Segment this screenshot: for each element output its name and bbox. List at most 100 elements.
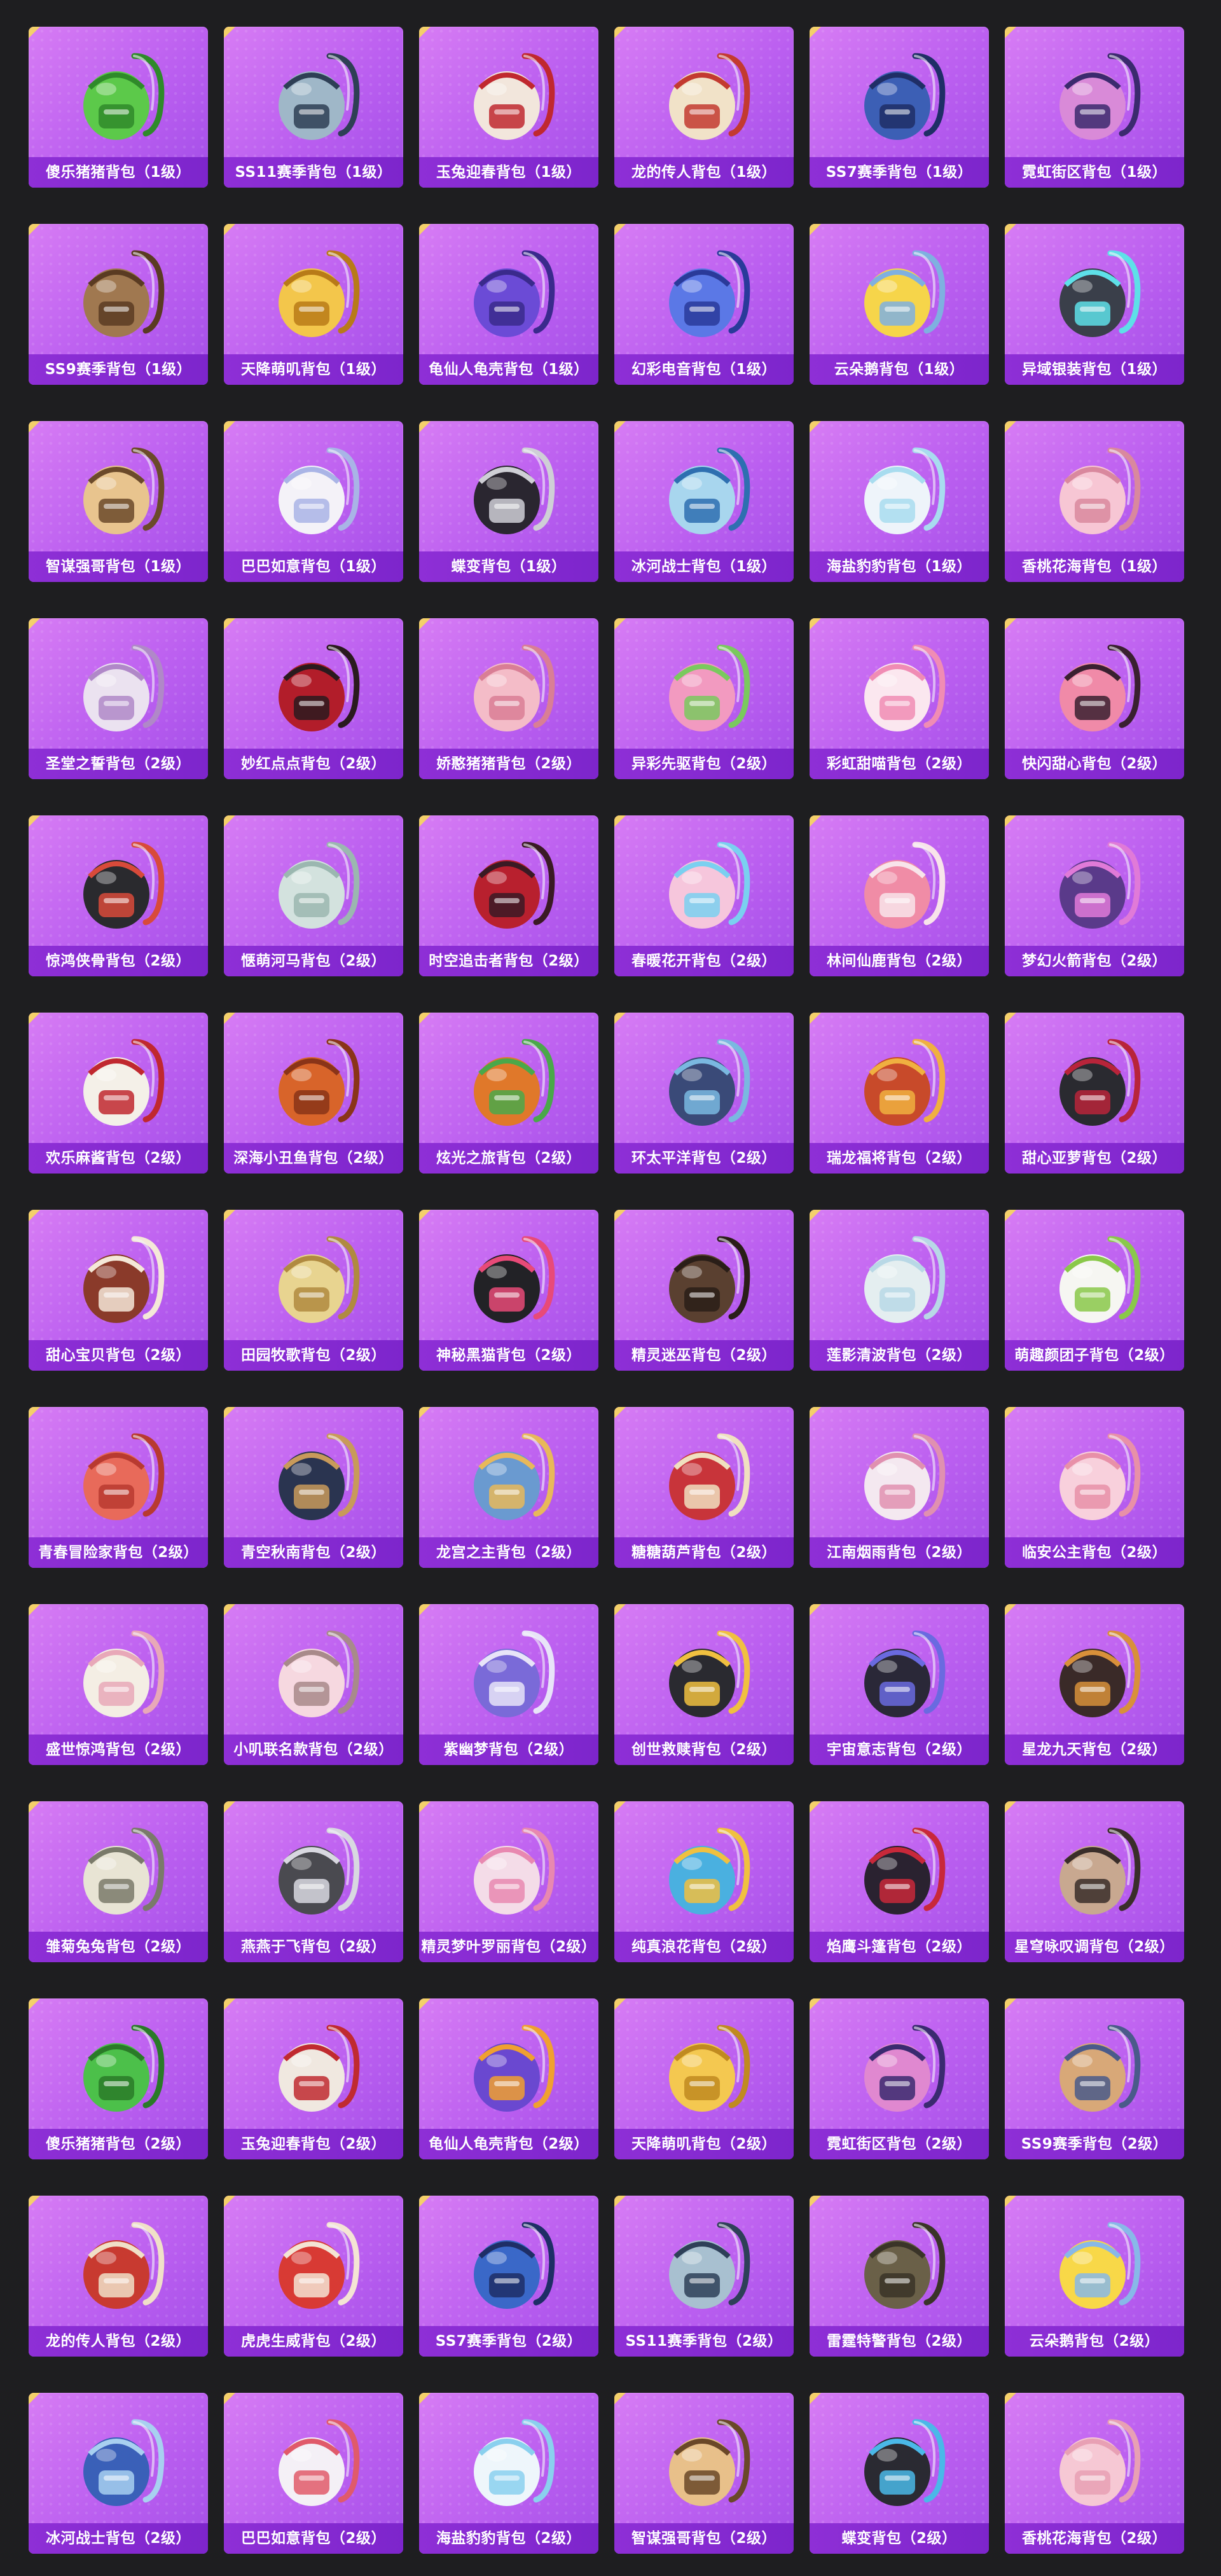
- item-card[interactable]: 圣堂之誓背包（2级）: [29, 618, 208, 779]
- backpack-icon: [83, 2025, 165, 2112]
- item-card[interactable]: 彩虹甜喵背包（2级）: [810, 618, 989, 779]
- corner-marker: [1005, 2196, 1016, 2207]
- item-label: 雏菊兔兔背包（2级）: [29, 1932, 208, 1962]
- item-card[interactable]: 甜心宝贝背包（2级）: [29, 1210, 208, 1371]
- item-card[interactable]: 异域银装背包（1级）: [1005, 224, 1184, 385]
- item-card[interactable]: 焰鹰斗篷背包（2级）: [810, 1801, 989, 1962]
- corner-marker: [419, 1210, 431, 1221]
- item-card[interactable]: 傻乐猪猪背包（1级）: [29, 27, 208, 188]
- item-card[interactable]: 娇憨猪猪背包（2级）: [419, 618, 598, 779]
- item-card[interactable]: 蝶变背包（2级）: [810, 2393, 989, 2554]
- corner-marker: [1005, 1604, 1016, 1616]
- item-card[interactable]: 神秘黑猫背包（2级）: [419, 1210, 598, 1371]
- item-card[interactable]: 巴巴如意背包（2级）: [224, 2393, 403, 2554]
- item-label: 星穹咏叹调背包（2级）: [1005, 1932, 1184, 1962]
- item-card[interactable]: 智谋强哥背包（1级）: [29, 421, 208, 582]
- item-card[interactable]: SS11赛季背包（2级）: [614, 2196, 794, 2357]
- item-card[interactable]: 玉兔迎春背包（1级）: [419, 27, 598, 188]
- item-card[interactable]: 盛世惊鸿背包（2级）: [29, 1604, 208, 1765]
- item-card[interactable]: 傻乐猪猪背包（2级）: [29, 1998, 208, 2159]
- item-card[interactable]: 玉兔迎春背包（2级）: [224, 1998, 403, 2159]
- item-card[interactable]: 巴巴如意背包（1级）: [224, 421, 403, 582]
- item-card[interactable]: 青空秋南背包（2级）: [224, 1407, 403, 1568]
- item-card[interactable]: 霓虹街区背包（2级）: [810, 1998, 989, 2159]
- item-card[interactable]: 星龙九天背包（2级）: [1005, 1604, 1184, 1765]
- item-card[interactable]: 雷霆特警背包（2级）: [810, 2196, 989, 2357]
- item-card[interactable]: 创世救赎背包（2级）: [614, 1604, 794, 1765]
- item-card[interactable]: 海盐豹豹背包（1级）: [810, 421, 989, 582]
- item-card[interactable]: 深海小丑鱼背包（2级）: [224, 1013, 403, 1174]
- item-card[interactable]: 江南烟雨背包（2级）: [810, 1407, 989, 1568]
- item-card[interactable]: 林间仙鹿背包（2级）: [810, 815, 989, 976]
- item-card[interactable]: 萌趣颜团子背包（2级）: [1005, 1210, 1184, 1371]
- item-label: 青春冒险家背包（2级）: [29, 1537, 208, 1568]
- backpack-icon: [83, 1039, 165, 1126]
- item-card[interactable]: SS11赛季背包（1级）: [224, 27, 403, 188]
- corner-marker: [224, 1604, 235, 1616]
- item-card[interactable]: 春暖花开背包（2级）: [614, 815, 794, 976]
- item-card[interactable]: SS7赛季背包（1级）: [810, 27, 989, 188]
- item-card[interactable]: 梦幻火箭背包（2级）: [1005, 815, 1184, 976]
- item-card[interactable]: 糖糖葫芦背包（2级）: [614, 1407, 794, 1568]
- item-card[interactable]: 龟仙人龟壳背包（1级）: [419, 224, 598, 385]
- item-card[interactable]: 甜心亚萝背包（2级）: [1005, 1013, 1184, 1174]
- item-card[interactable]: 惬萌河马背包（2级）: [224, 815, 403, 976]
- item-card[interactable]: 龙的传人背包（1级）: [614, 27, 794, 188]
- item-card[interactable]: 田园牧歌背包（2级）: [224, 1210, 403, 1371]
- backpack-icon: [1059, 1827, 1141, 1915]
- item-card[interactable]: SS9赛季背包（1级）: [29, 224, 208, 385]
- item-card[interactable]: 龙宫之主背包（2级）: [419, 1407, 598, 1568]
- item-label: 玉兔迎春背包（2级）: [224, 2129, 403, 2159]
- item-card[interactable]: 精灵梦叶罗丽背包（2级）: [419, 1801, 598, 1962]
- item-card[interactable]: 妙红点点背包（2级）: [224, 618, 403, 779]
- item-card[interactable]: 宇宙意志背包（2级）: [810, 1604, 989, 1765]
- item-card[interactable]: 星穹咏叹调背包（2级）: [1005, 1801, 1184, 1962]
- item-card[interactable]: 天降萌叽背包（2级）: [614, 1998, 794, 2159]
- item-card[interactable]: 云朵鹅背包（2级）: [1005, 2196, 1184, 2357]
- item-card[interactable]: 紫幽梦背包（2级）: [419, 1604, 598, 1765]
- item-card[interactable]: 快闪甜心背包（2级）: [1005, 618, 1184, 779]
- item-card[interactable]: SS9赛季背包（2级）: [1005, 1998, 1184, 2159]
- item-card[interactable]: 环太平洋背包（2级）: [614, 1013, 794, 1174]
- backpack-icon: [669, 841, 750, 929]
- item-card[interactable]: 青春冒险家背包（2级）: [29, 1407, 208, 1568]
- item-card[interactable]: 炫光之旅背包（2级）: [419, 1013, 598, 1174]
- item-card[interactable]: 蝶变背包（1级）: [419, 421, 598, 582]
- item-card[interactable]: 惊鸿侠骨背包（2级）: [29, 815, 208, 976]
- item-card[interactable]: 燕燕于飞背包（2级）: [224, 1801, 403, 1962]
- item-card[interactable]: 龟仙人龟壳背包（2级）: [419, 1998, 598, 2159]
- item-card[interactable]: 香桃花海背包（1级）: [1005, 421, 1184, 582]
- item-card[interactable]: 小叽联名款背包（2级）: [224, 1604, 403, 1765]
- item-card[interactable]: 时空追击者背包（2级）: [419, 815, 598, 976]
- item-card[interactable]: 精灵迷巫背包（2级）: [614, 1210, 794, 1371]
- item-card[interactable]: 天降萌叽背包（1级）: [224, 224, 403, 385]
- backpack-icon: [83, 250, 165, 337]
- item-card[interactable]: 海盐豹豹背包（2级）: [419, 2393, 598, 2554]
- item-card[interactable]: 冰河战士背包（2级）: [29, 2393, 208, 2554]
- item-label: 燕燕于飞背包（2级）: [224, 1932, 403, 1962]
- item-label: 雷霆特警背包（2级）: [810, 2326, 989, 2357]
- item-card[interactable]: 幻彩电音背包（1级）: [614, 224, 794, 385]
- backpack-icon: [83, 841, 165, 929]
- item-label: 龙宫之主背包（2级）: [419, 1537, 598, 1568]
- item-card[interactable]: 云朵鹅背包（1级）: [810, 224, 989, 385]
- item-card[interactable]: 香桃花海背包（2级）: [1005, 2393, 1184, 2554]
- item-card[interactable]: 虎虎生威背包（2级）: [224, 2196, 403, 2357]
- item-card[interactable]: SS7赛季背包（2级）: [419, 2196, 598, 2357]
- corner-marker: [224, 618, 235, 630]
- item-card[interactable]: 雏菊兔兔背包（2级）: [29, 1801, 208, 1962]
- item-card[interactable]: 欢乐麻酱背包（2级）: [29, 1013, 208, 1174]
- item-label: 玉兔迎春背包（1级）: [419, 157, 598, 188]
- item-card[interactable]: 霓虹街区背包（1级）: [1005, 27, 1184, 188]
- item-card[interactable]: 智谋强哥背包（2级）: [614, 2393, 794, 2554]
- item-card[interactable]: 瑞龙福将背包（2级）: [810, 1013, 989, 1174]
- item-card[interactable]: 临安公主背包（2级）: [1005, 1407, 1184, 1568]
- backpack-icon: [864, 1039, 946, 1126]
- item-card[interactable]: 异彩先驱背包（2级）: [614, 618, 794, 779]
- backpack-icon: [83, 1827, 165, 1915]
- corner-marker: [614, 27, 626, 38]
- item-card[interactable]: 龙的传人背包（2级）: [29, 2196, 208, 2357]
- item-card[interactable]: 莲影清波背包（2级）: [810, 1210, 989, 1371]
- item-card[interactable]: 冰河战士背包（1级）: [614, 421, 794, 582]
- item-card[interactable]: 纯真浪花背包（2级）: [614, 1801, 794, 1962]
